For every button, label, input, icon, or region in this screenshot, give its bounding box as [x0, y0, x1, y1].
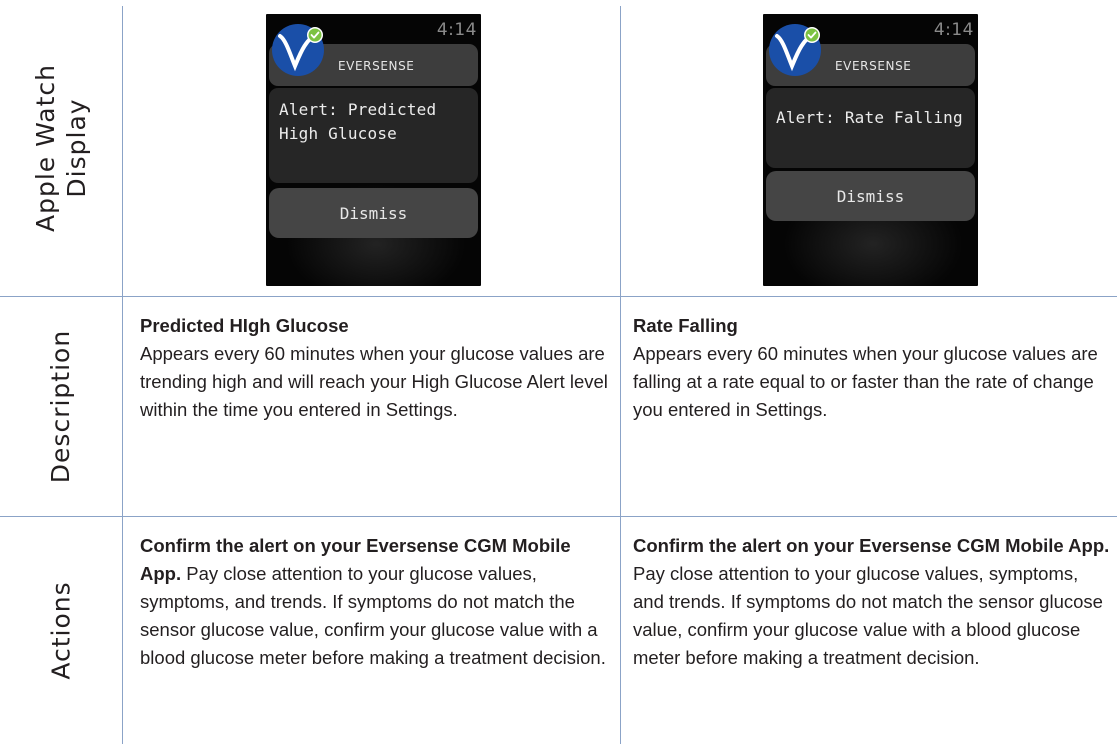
actions-rate-falling: Confirm the alert on your Eversense CGM …	[633, 532, 1111, 672]
description-title: Predicted HIgh Glucose	[140, 315, 349, 336]
watch-alert-card: Alert: Rate Falling	[766, 88, 975, 168]
row-label-display-text: Apple Watch Display	[31, 64, 92, 232]
actions-lead: Confirm the alert on your Eversense CGM …	[633, 535, 1110, 556]
watch-time: 4:14	[436, 20, 477, 40]
apple-watch-screen-predicted-high: 4:14 EVERSENSE Alert: Predicted High Glu…	[266, 14, 481, 286]
watch-app-name: EVERSENSE	[338, 59, 415, 73]
row-divider-1	[0, 296, 1117, 297]
row-label-actions: Actions	[0, 517, 122, 744]
row-label-description-text: Description	[46, 329, 76, 484]
watch-dismiss-button[interactable]: Dismiss	[766, 171, 975, 221]
row-label-display: Apple Watch Display	[0, 0, 122, 296]
actions-body: Pay close attention to your glucose valu…	[140, 563, 606, 668]
apple-watch-screen-rate-falling: 4:14 EVERSENSE Alert: Rate Falling Dismi…	[763, 14, 978, 286]
watch-alert-card: Alert: Predicted High Glucose	[269, 88, 478, 183]
alert-table: Apple Watch Display Description Actions …	[0, 0, 1117, 744]
watch-dismiss-button[interactable]: Dismiss	[269, 188, 478, 238]
actions-predicted-high: Confirm the alert on your Eversense CGM …	[140, 532, 610, 672]
description-title: Rate Falling	[633, 315, 738, 336]
watch-app-name: EVERSENSE	[835, 59, 912, 73]
row-divider-2	[0, 516, 1117, 517]
actions-body: Pay close attention to your glucose valu…	[633, 563, 1103, 668]
watch-time: 4:14	[933, 20, 974, 40]
watch-alert-text: Alert: Predicted High Glucose	[279, 98, 470, 146]
watch-alert-line-1: Alert: Predicted	[279, 100, 437, 119]
eversense-logo-icon	[272, 24, 324, 76]
column-divider-middle	[620, 6, 621, 744]
watch-alert-line-2: High Glucose	[279, 124, 397, 143]
row-label-description: Description	[0, 297, 122, 516]
watch-alert-text: Alert: Rate Falling	[776, 108, 963, 127]
description-body: Appears every 60 minutes when your gluco…	[633, 343, 1098, 420]
eversense-logo-icon	[769, 24, 821, 76]
row-label-actions-text: Actions	[46, 581, 76, 680]
column-divider-label	[122, 6, 123, 744]
description-predicted-high: Predicted HIgh Glucose Appears every 60 …	[140, 312, 610, 424]
description-rate-falling: Rate Falling Appears every 60 minutes wh…	[633, 312, 1103, 424]
description-body: Appears every 60 minutes when your gluco…	[140, 343, 608, 420]
